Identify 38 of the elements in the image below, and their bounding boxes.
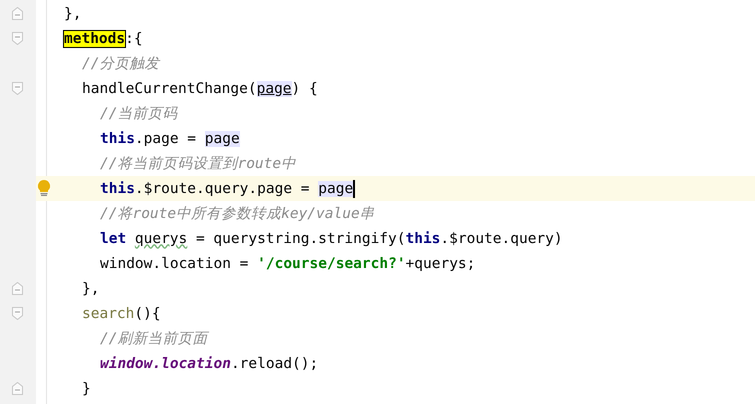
code-text: .$route.query) [440,230,563,246]
global-reference: window.location [100,356,231,372]
code-text: :{ [125,30,143,46]
fold-icon[interactable] [12,82,23,95]
code-text: ) { [292,80,318,96]
code-text: handleCurrentChange( [82,80,257,96]
code-text: = querystring.stringify( [196,230,406,246]
code-comment: //将当前页码设置到route中 [100,155,296,173]
fold-icon[interactable] [12,382,23,395]
code-text: }, [64,6,82,22]
search-match: methods [64,30,126,46]
keyword: this [100,180,135,196]
code-text: } [82,380,91,396]
typo-word: querys [134,230,188,246]
fold-icon[interactable] [12,307,23,320]
keyword: let [100,230,126,246]
fold-icon[interactable] [12,32,23,45]
lightbulb-icon[interactable] [38,180,50,196]
code-text: (){ [134,306,161,322]
fold-icon[interactable] [12,282,23,295]
fold-icon[interactable] [12,7,23,20]
method-name: search [82,306,134,322]
code-comment: //分页触发 [82,55,160,73]
code-text: .$route.query.page = [134,180,311,196]
string-literal: '/course/search?' [257,256,406,272]
highlighted-usage: page [204,130,240,146]
keyword: this [405,230,440,246]
highlighted-usage: page [318,180,354,196]
code-comment: //将route中所有参数转成key/value串 [100,205,375,223]
code-text: }, [82,280,100,296]
code-comment: //当前页码 [100,105,178,123]
code-comment: //刷新当前页面 [100,330,208,348]
code-text: +querys; [406,256,476,272]
code-text: .reload(); [230,356,318,372]
keyword: this [100,130,135,146]
code-text: window.location = [100,256,250,272]
code-text: .page = [134,130,198,146]
parameter-name: page [256,80,292,96]
